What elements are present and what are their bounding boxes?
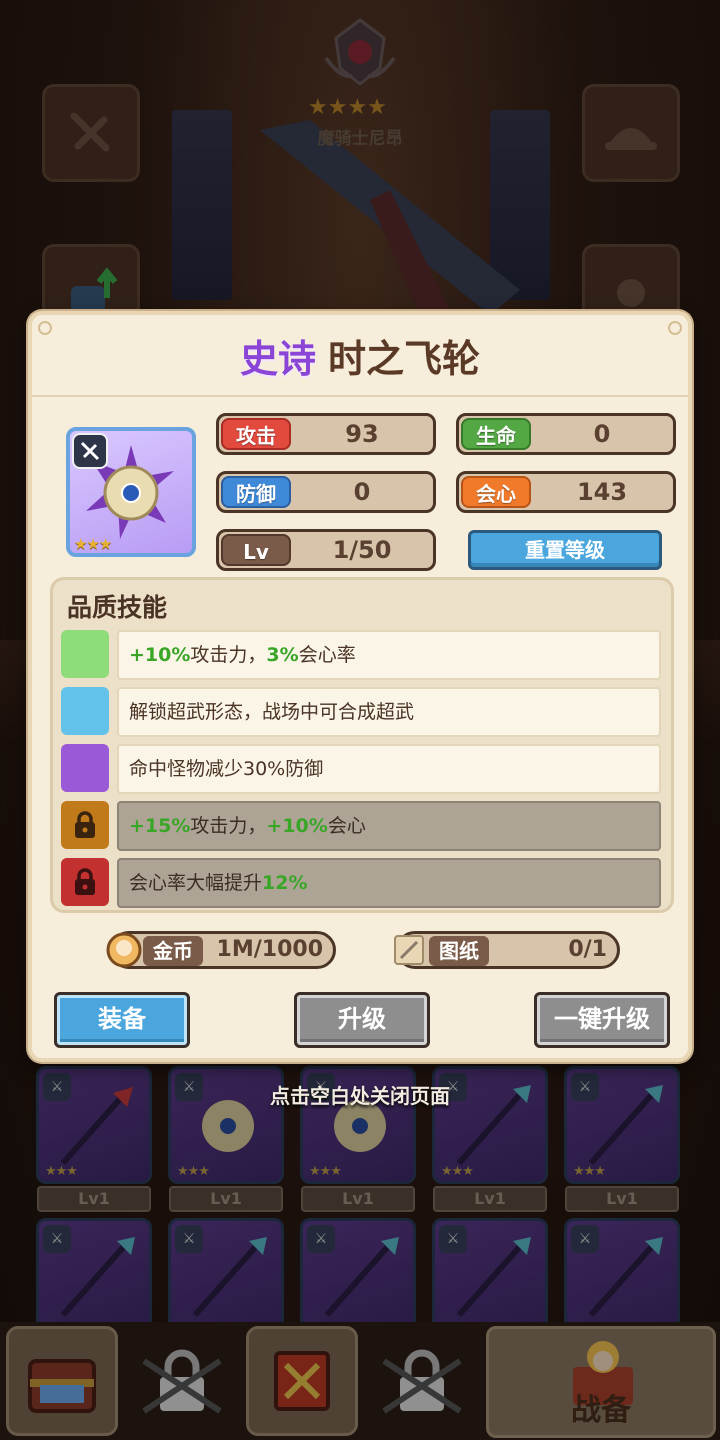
item-name: 时之飞轮 [328,336,481,381]
lock-icon [75,811,95,838]
item-stars: ★★★ [74,535,112,553]
stat-level-value: 1/50 [332,536,392,564]
stat-level: Lv 1/50 [216,529,436,571]
stat-crit-label: 会心 [461,476,531,508]
stat-attack-value: 93 [345,420,379,448]
skill-row: +10%攻击力，3%会心率 [61,630,663,680]
quality-skills-title: 品质技能 [67,593,168,622]
skill-text: 解锁超武形态，战场中可合成超武 [117,687,661,737]
blueprint-resource: 图纸 0/1 [394,931,620,969]
stat-hp: 生命 0 [456,413,676,455]
weapon-type-icon [72,433,108,469]
item-icon: ★★★ [66,427,196,557]
blueprint-label: 图纸 [429,936,489,966]
stat-defense-label: 防御 [221,476,291,508]
skill-quality-swatch-blue [61,687,109,735]
blueprint-scroll-icon [394,935,424,965]
skill-row-locked: +15%攻击力，+10%会心 [61,801,663,851]
modal-header: 史诗 时之飞轮 [32,315,688,397]
gold-label: 金币 [143,936,203,966]
skill-text: 会心率大幅提升12% [117,858,661,908]
lock-icon [75,868,95,895]
skill-quality-swatch-green [61,630,109,678]
stat-level-label: Lv [221,534,291,566]
skill-quality-swatch-purple [61,744,109,792]
equip-button[interactable]: 装备 [54,992,190,1048]
skill-row: 命中怪物减少30%防御 [61,744,663,794]
stat-attack-label: 攻击 [221,418,291,450]
stat-attack: 攻击 93 [216,413,436,455]
quality-skills-panel: 品质技能 +10%攻击力，3%会心率 解锁超武形态，战场中可合成超武 命中怪物减… [50,577,674,913]
stat-hp-value: 0 [593,420,611,448]
stat-crit-value: 143 [576,478,628,506]
corner-ornament [668,321,682,335]
stat-defense-value: 0 [353,478,371,506]
corner-ornament [38,321,52,335]
skill-row: 解锁超武形态，战场中可合成超武 [61,687,663,737]
skill-quality-swatch-orange [61,801,109,849]
item-rarity: 史诗 [239,336,316,381]
skill-row-locked: 会心率大幅提升12% [61,858,663,908]
skill-text: 命中怪物减少30%防御 [117,744,661,794]
gold-resource: 金币 1M/1000 [106,931,336,969]
stat-defense: 防御 0 [216,471,436,513]
one-click-upgrade-button[interactable]: 一键升级 [534,992,670,1048]
blueprint-value: 0/1 [568,937,607,962]
skill-text: +15%攻击力，+10%会心 [117,801,661,851]
skill-quality-swatch-red [61,858,109,906]
reset-level-button[interactable]: 重置等级 [468,530,662,570]
upgrade-button[interactable]: 升级 [294,992,430,1048]
item-detail-modal: 史诗 时之飞轮 ★★★ 攻击 93 生命 0 防御 0 会心 143 Lv 1/… [28,311,692,1062]
skill-text: +10%攻击力，3%会心率 [117,630,661,680]
gold-value: 1M/1000 [216,937,323,962]
stat-hp-label: 生命 [461,418,531,450]
stat-crit: 会心 143 [456,471,676,513]
close-hint: 点击空白处关闭页面 [270,1084,450,1108]
gold-coin-icon [106,932,142,968]
